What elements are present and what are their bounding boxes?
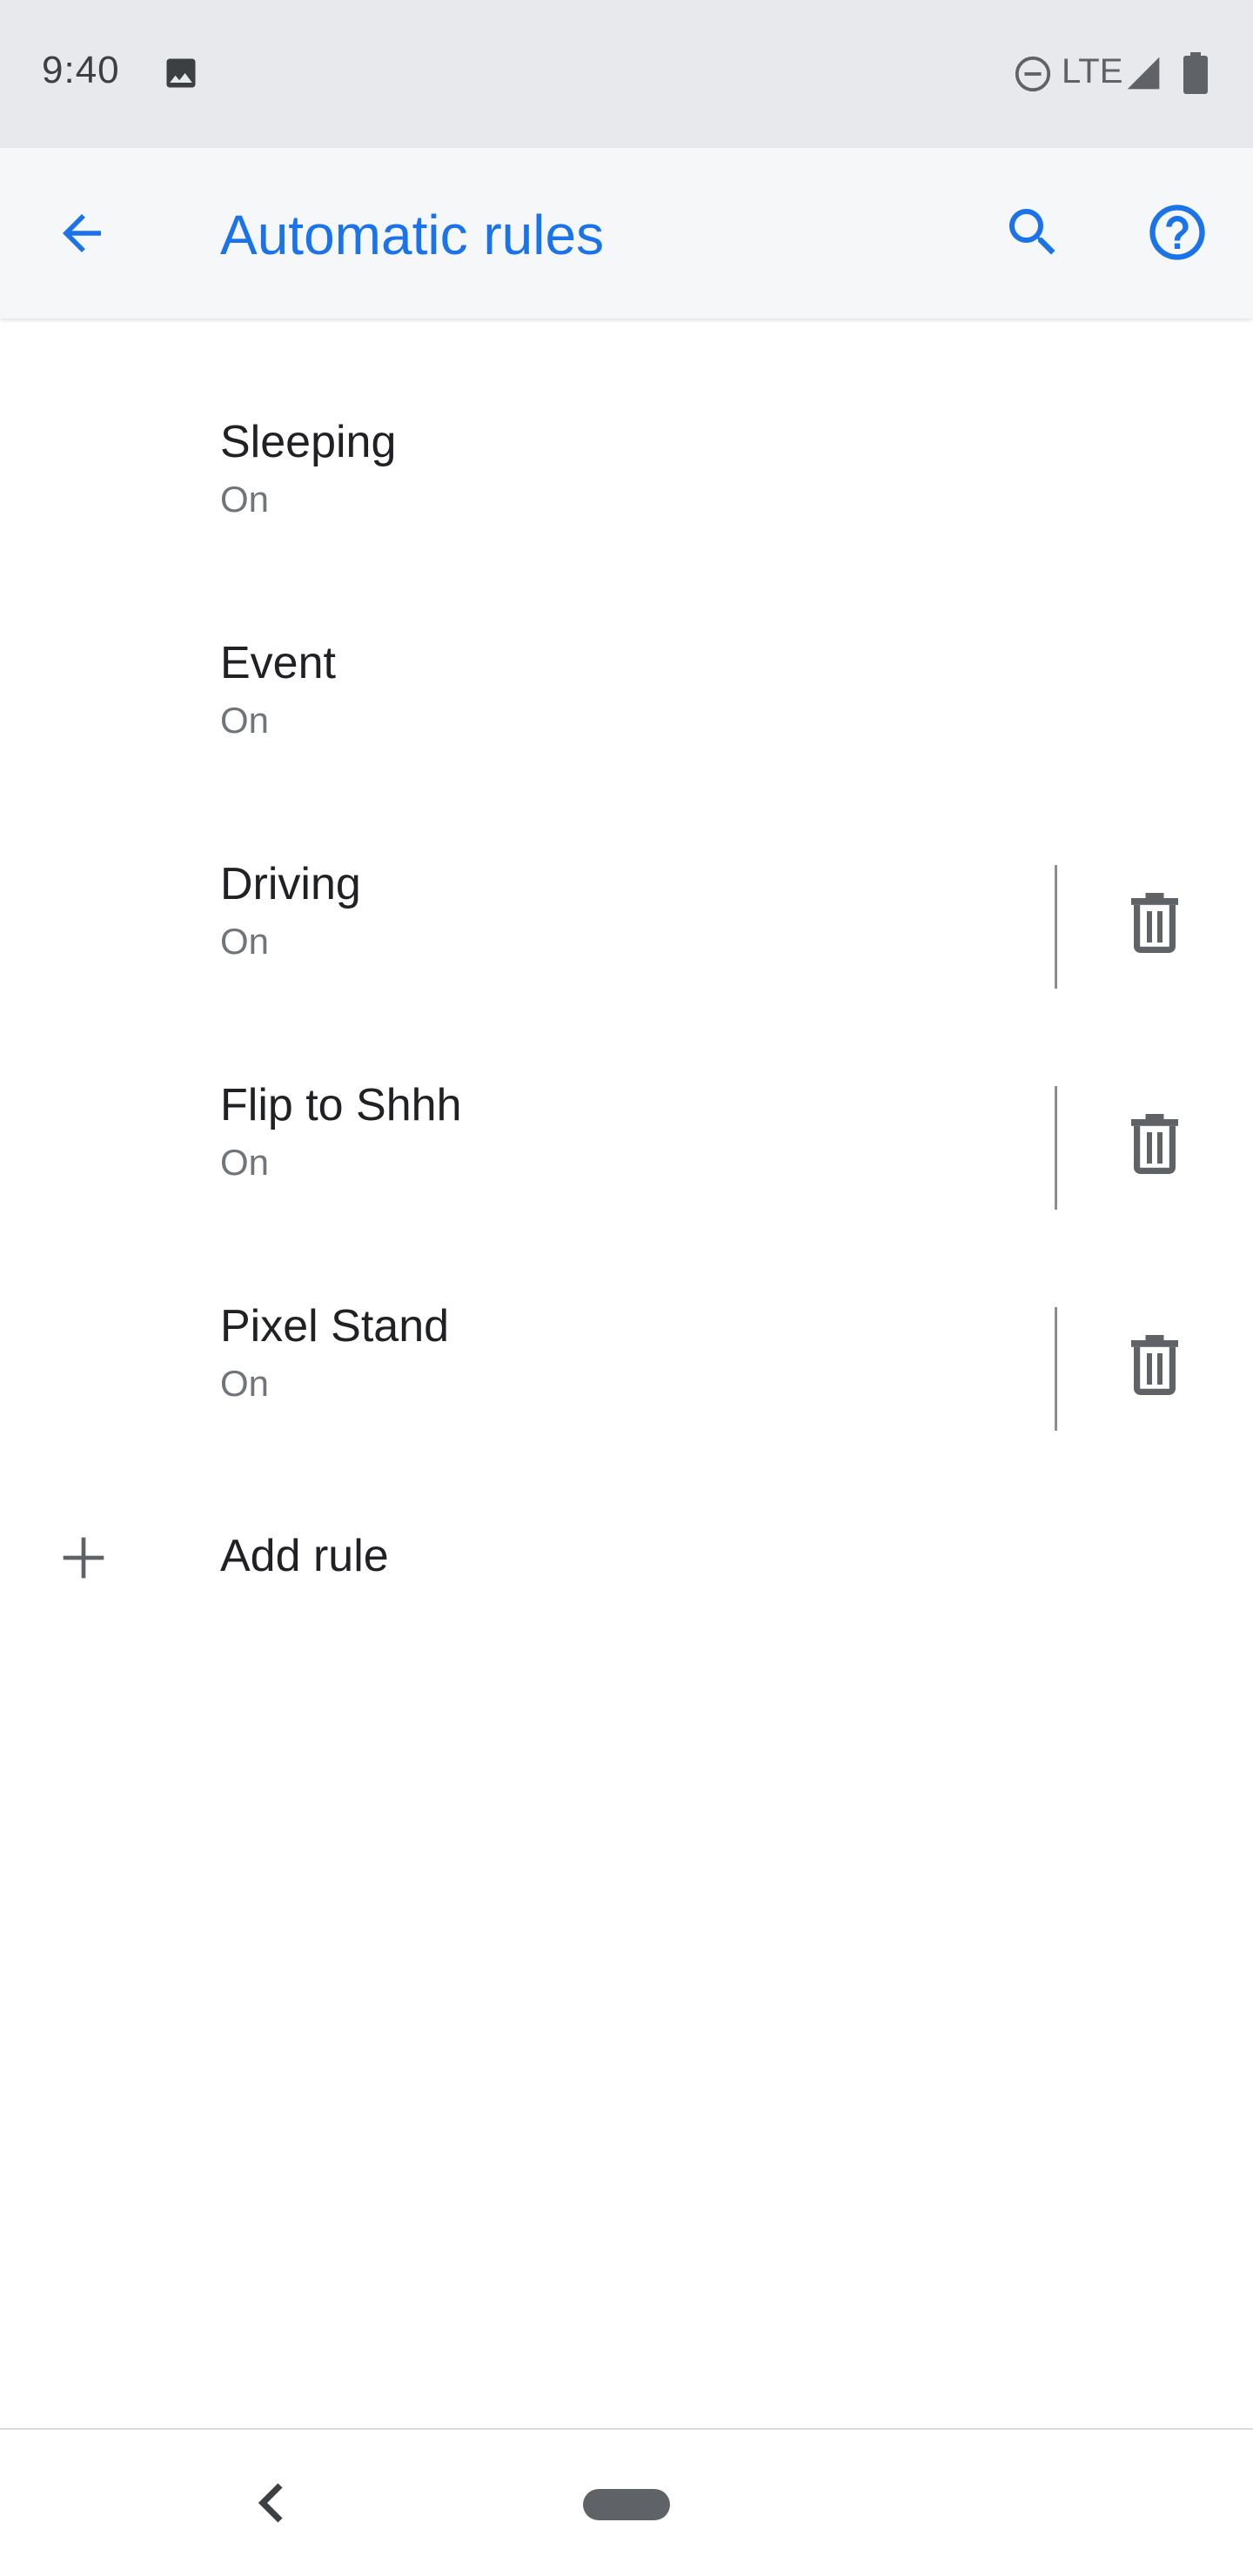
back-button[interactable] [45,198,118,272]
rule-item-flip-to-shhh[interactable]: Flip to Shhh On [0,1025,1253,1246]
search-icon [1002,201,1064,268]
plus-icon [59,1533,108,1582]
rule-title: Sleeping [220,417,397,467]
rule-item-pixel-stand[interactable]: Pixel Stand On [0,1246,1253,1467]
network-type: LTE [1062,52,1123,91]
navigation-bar [0,2430,1253,2576]
rule-status: On [220,1363,270,1404]
rule-text: Sleeping On [220,414,396,526]
rule-text: Event On [220,635,336,747]
do-not-disturb-icon [1013,54,1053,94]
screen: 9:40 LTE Automatic rules Sleeping On Eve… [0,0,1253,2576]
rule-item-driving[interactable]: Driving On [0,804,1253,1025]
vertical-divider [1055,1086,1057,1210]
trash-icon [1127,890,1183,957]
search-button[interactable] [994,195,1072,273]
rule-status: On [220,479,270,520]
rule-text: Pixel Stand On [220,1298,449,1410]
delete-rule-button[interactable] [1116,884,1194,963]
signal-icon [1124,54,1163,92]
rule-title: Flip to Shhh [220,1080,462,1130]
rule-title: Pixel Stand [220,1301,450,1352]
rule-status: On [220,1142,270,1183]
status-time: 9:40 [42,49,120,91]
rule-item-sleeping[interactable]: Sleeping On [0,362,1253,583]
help-icon [1144,199,1210,270]
rule-status: On [220,921,270,962]
rule-list: Sleeping On Event On Driving On Flip to … [0,362,1253,1467]
trash-icon [1127,1332,1183,1399]
image-icon [162,54,200,92]
battery-icon [1183,52,1208,94]
delete-rule-button[interactable] [1116,1105,1194,1184]
nav-back-icon[interactable] [249,2475,294,2531]
add-rule-button[interactable]: Add rule [0,1467,1253,1641]
rule-text: Driving On [220,856,361,968]
home-pill[interactable] [583,2489,670,2520]
vertical-divider [1055,1307,1057,1431]
trash-icon [1127,1111,1183,1178]
vertical-divider [1055,865,1057,989]
status-bar: 9:40 LTE [0,0,1253,148]
rule-title: Driving [220,859,361,909]
rule-item-event[interactable]: Event On [0,583,1253,804]
rule-title: Event [220,638,336,688]
app-bar: Automatic rules [0,148,1253,319]
rule-text: Flip to Shhh On [220,1077,462,1189]
help-button[interactable] [1138,195,1216,273]
rule-status: On [220,700,270,741]
add-rule-label: Add rule [220,1531,389,1581]
page-title: Automatic rules [220,204,605,266]
delete-rule-button[interactable] [1116,1326,1194,1405]
back-arrow-icon [53,205,111,266]
